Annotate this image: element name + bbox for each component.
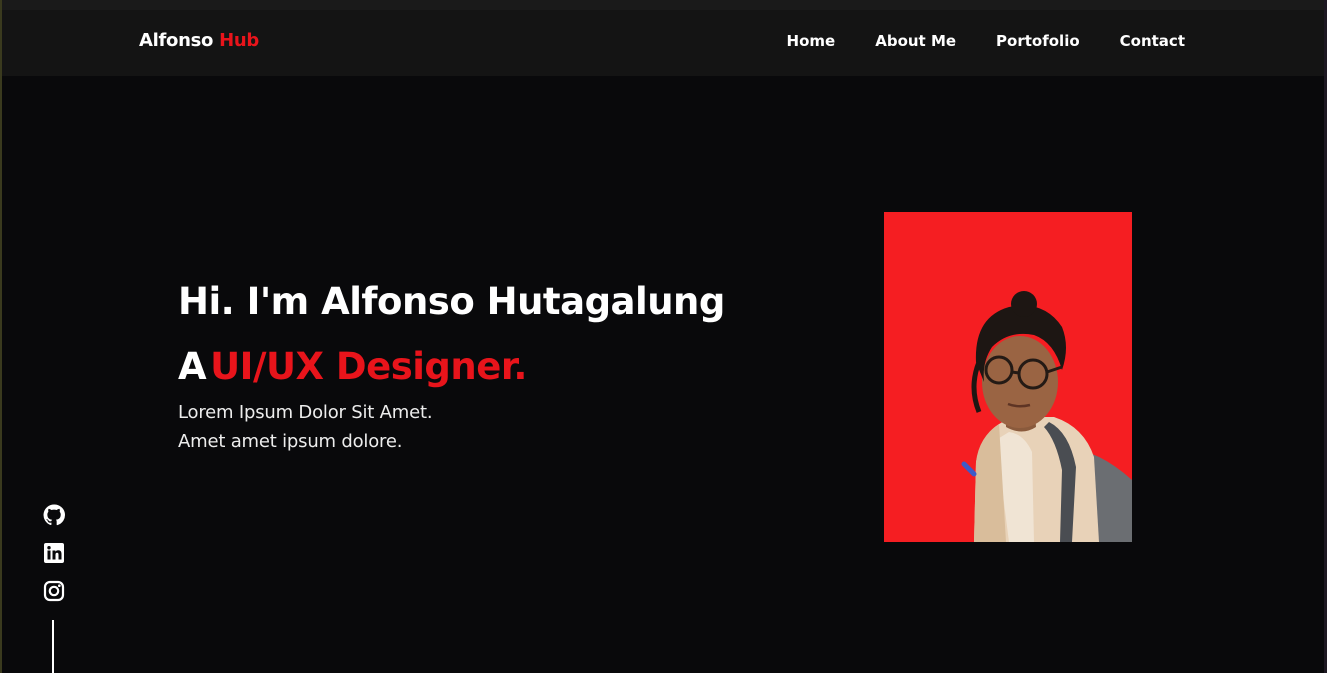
- nav-contact-link[interactable]: Contact: [1120, 32, 1185, 50]
- top-navbar: Alfonso Hub Home About Me Portofolio Con…: [2, 0, 1327, 76]
- portrait-illustration: [961, 291, 1132, 542]
- role-prefix: A: [178, 345, 207, 388]
- role-text: UI/UX Designer.: [210, 345, 527, 388]
- hero-description-line: Lorem Ipsum Dolor Sit Amet.: [178, 402, 433, 423]
- profile-photo: [884, 212, 1132, 542]
- nav-home-link[interactable]: Home: [787, 32, 836, 50]
- social-links: [42, 503, 66, 617]
- page: Alfonso Hub Home About Me Portofolio Con…: [0, 0, 1327, 673]
- brand-logo[interactable]: Alfonso Hub: [139, 30, 259, 51]
- hero-description: Lorem Ipsum Dolor Sit Amet. Amet amet ip…: [178, 398, 433, 456]
- hero-description-line: Amet amet ipsum dolore.: [178, 431, 403, 452]
- instagram-icon[interactable]: [42, 579, 66, 603]
- brand-name-second: Hub: [219, 30, 259, 51]
- github-icon[interactable]: [42, 503, 66, 527]
- hero-role-heading: A UI/UX Designer.: [178, 345, 527, 388]
- social-divider-line: [52, 620, 54, 673]
- nav-portfolio-link[interactable]: Portofolio: [996, 32, 1080, 50]
- nav-about-link[interactable]: About Me: [875, 32, 956, 50]
- main-nav: Home About Me Portofolio Contact: [787, 32, 1185, 50]
- brand-name-first: Alfonso: [139, 30, 214, 51]
- linkedin-icon[interactable]: [42, 541, 66, 565]
- hero-title: Hi. I'm Alfonso Hutagalung: [178, 280, 725, 323]
